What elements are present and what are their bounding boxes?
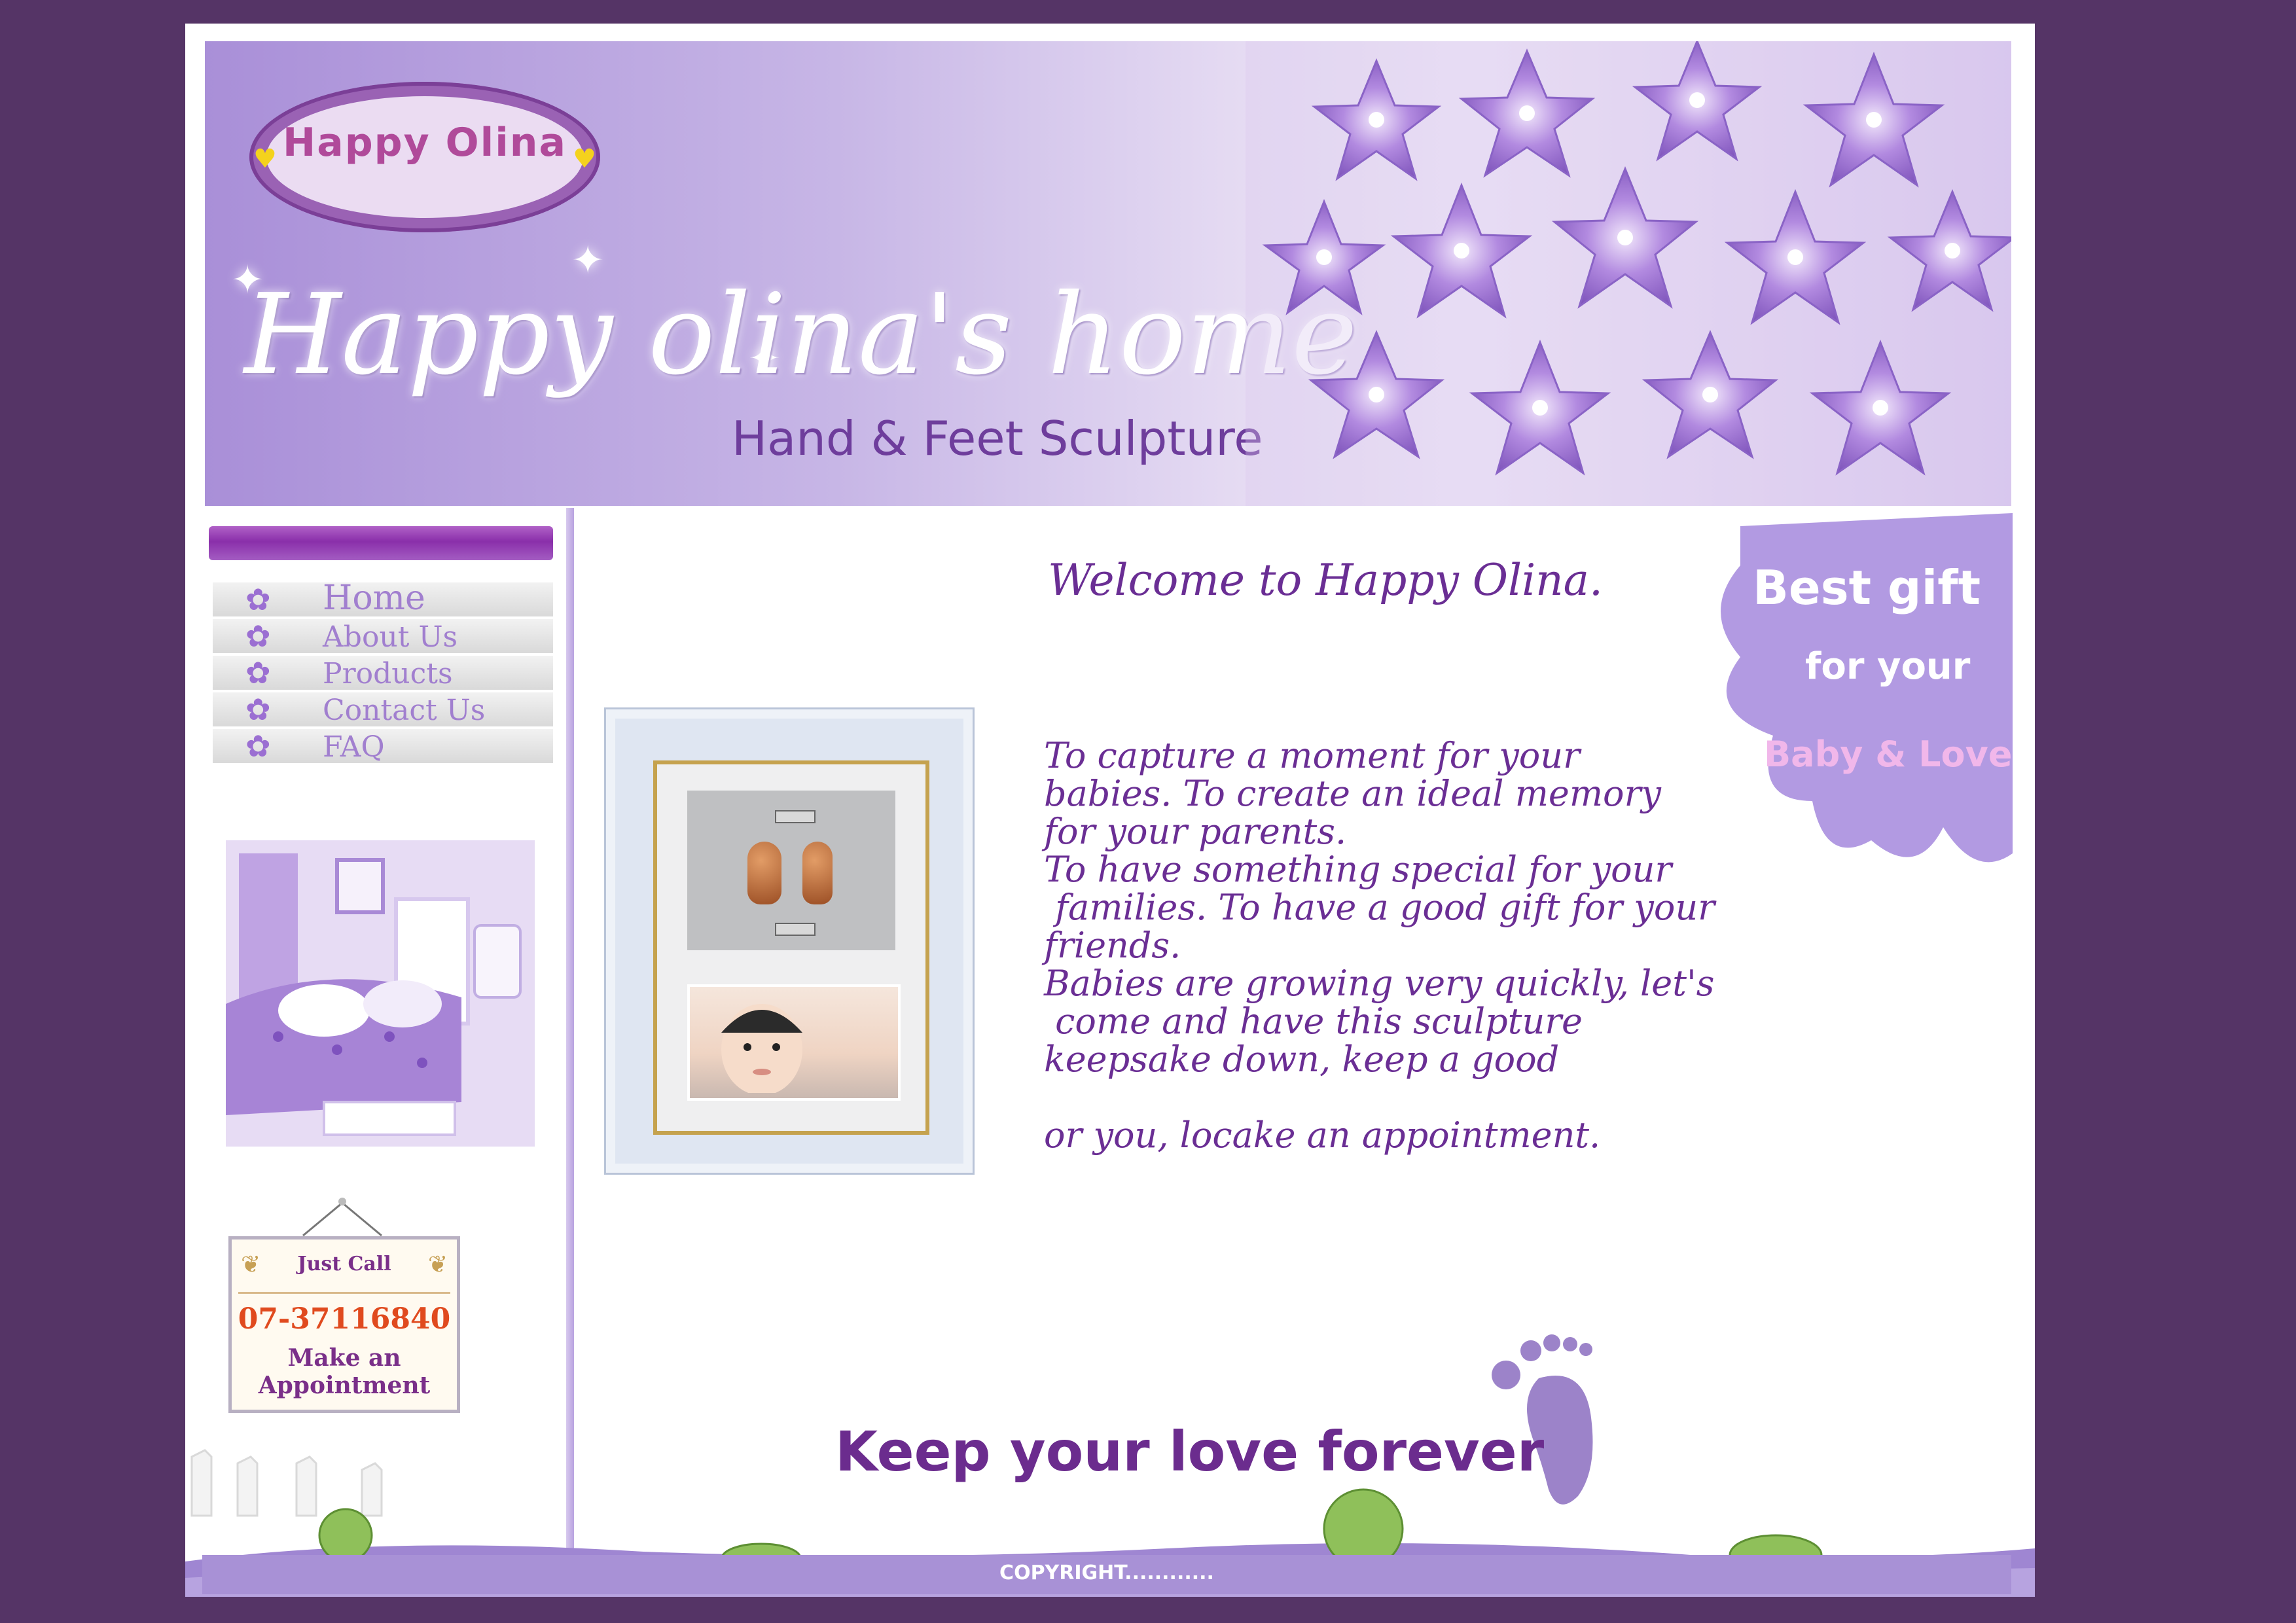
logo-text: Happy Olina (283, 120, 567, 166)
site-title: Happy olina's home (244, 270, 1357, 400)
header-banner: ♥ ♥ Happy Olina ✦ ✦ ✦ Happy olina's home… (205, 41, 2011, 506)
bedroom-illustration (226, 840, 535, 1147)
sidebar-header-bar (209, 526, 553, 560)
nav-label: Home (323, 579, 425, 618)
intro-paragraph: To capture a moment for your babies. To … (1044, 735, 1715, 1156)
nav-item-products[interactable]: ✿ Products (213, 656, 553, 690)
footer-bar: COPYRIGHT............ (202, 1555, 2011, 1594)
sign-hanger-icon (302, 1198, 382, 1237)
hand-cast (747, 842, 781, 904)
bedroom-photo (226, 840, 535, 1147)
nav-label: FAQ (323, 730, 385, 764)
baby-photo (687, 984, 901, 1101)
flower-icon: ✿ (245, 582, 271, 617)
flower-icon: ✿ (245, 728, 271, 764)
flower-icon: ✿ (245, 692, 271, 727)
nav-item-about-us[interactable]: ✿ About Us (213, 619, 553, 653)
divider (238, 1292, 450, 1294)
flower-icon: ✿ (245, 655, 271, 690)
nav-item-contact-us[interactable]: ✿ Contact Us (213, 692, 553, 726)
call-appointment-sign[interactable]: ❦ ❦ Just Call 07-37116840 Make an Appoin… (228, 1236, 460, 1413)
gift-line-3: Baby & Love (1764, 734, 2013, 775)
site-subtitle: Hand & Feet Sculpture (732, 411, 1263, 466)
foot-cast (802, 842, 833, 904)
appointment-cta: Make an Appointment (258, 1344, 431, 1399)
flower-icon: ✿ (245, 618, 271, 654)
page-container: ♥ ♥ Happy Olina ✦ ✦ ✦ Happy olina's home… (185, 24, 2035, 1597)
nav-label: Products (323, 657, 453, 690)
sculpture-frame-image (604, 707, 975, 1175)
call-title: Just Call (297, 1253, 391, 1275)
column-divider (566, 508, 574, 1555)
gift-line-1: Best gift (1753, 560, 1981, 615)
welcome-heading: Welcome to Happy Olina. (1048, 555, 1604, 605)
hand-feet-cast (687, 791, 895, 950)
tagline: Keep your love forever (835, 1419, 1545, 1484)
nav-label: About Us (323, 620, 458, 654)
phone-number[interactable]: 07-37116840 (232, 1302, 457, 1336)
logo[interactable]: ♥ ♥ Happy Olina (249, 82, 600, 232)
copyright-text: COPYRIGHT............ (999, 1561, 1214, 1584)
nav-label: Contact Us (323, 694, 486, 727)
footprint-icon (1492, 1334, 1593, 1505)
flowers-image (1246, 41, 2011, 506)
nav-item-home[interactable]: ✿ Home (213, 579, 553, 618)
gift-line-2: for your (1805, 645, 1971, 688)
sidebar-nav: ✿ Home ✿ About Us ✿ Products ✿ Contact U… (213, 579, 553, 766)
nav-item-faq[interactable]: ✿ FAQ (213, 729, 553, 763)
